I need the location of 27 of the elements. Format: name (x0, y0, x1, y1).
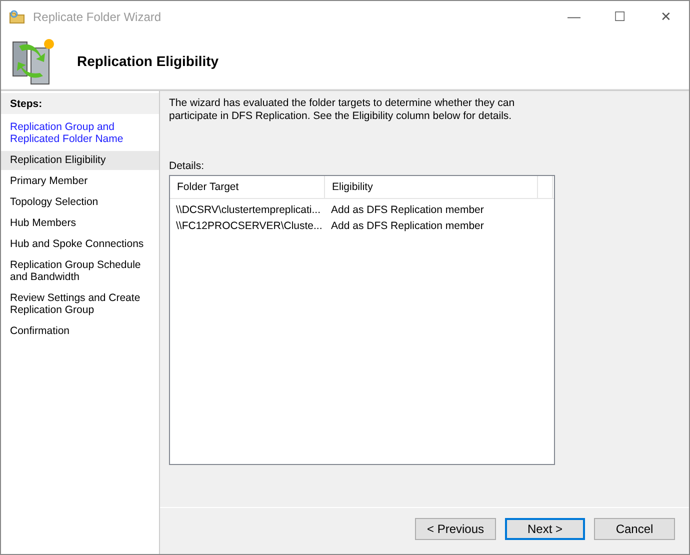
step-item[interactable]: Review Settings and Create Replication Group (1, 289, 159, 320)
table-cell-text: Add as DFS Replication member (330, 204, 485, 218)
steps-heading: Steps: (1, 93, 159, 114)
step-link[interactable]: Replication Group and Replicated Folder Name (1, 118, 159, 149)
step-item[interactable]: Confirmation (1, 322, 159, 341)
step-item[interactable]: Replication Group Schedule and Bandwidth (1, 256, 159, 287)
column-header[interactable]: Eligibility (325, 176, 538, 198)
wizard-button[interactable]: Next > (505, 518, 585, 540)
folder-icon (9, 8, 25, 24)
wizard-button[interactable]: < Previous (415, 518, 496, 540)
column-header[interactable]: Folder Target (170, 176, 325, 198)
step-item[interactable]: Primary Member (1, 172, 159, 191)
table-cell-text: \\FC12PROCSERVER\Cluste... (175, 220, 324, 234)
table-cell-text: Add as DFS Replication member (330, 220, 485, 234)
wizard-button[interactable]: Cancel (594, 518, 675, 540)
step-item[interactable]: Topology Selection (1, 193, 159, 212)
step-item[interactable]: Hub and Spoke Connections (1, 235, 159, 254)
close-button[interactable]: ✕ (643, 1, 689, 32)
details-label: Details: (169, 160, 206, 172)
minimize-button[interactable]: — (551, 1, 597, 32)
maximize-button[interactable]: ☐ (597, 1, 643, 32)
step-item[interactable]: Replication Eligibility (1, 151, 159, 170)
table-cell-text: \\DCSRV\clustertempreplicati... (175, 204, 322, 218)
page-heading: Replication Eligibility (77, 52, 219, 68)
window-title: Replicate Folder Wizard (33, 10, 162, 24)
step-item[interactable]: Hub Members (1, 214, 159, 233)
description-text: The wizard has evaluated the folder targets to determine whether they can participate in DFS Replication. See the Eligibility column below for details. (169, 97, 516, 124)
